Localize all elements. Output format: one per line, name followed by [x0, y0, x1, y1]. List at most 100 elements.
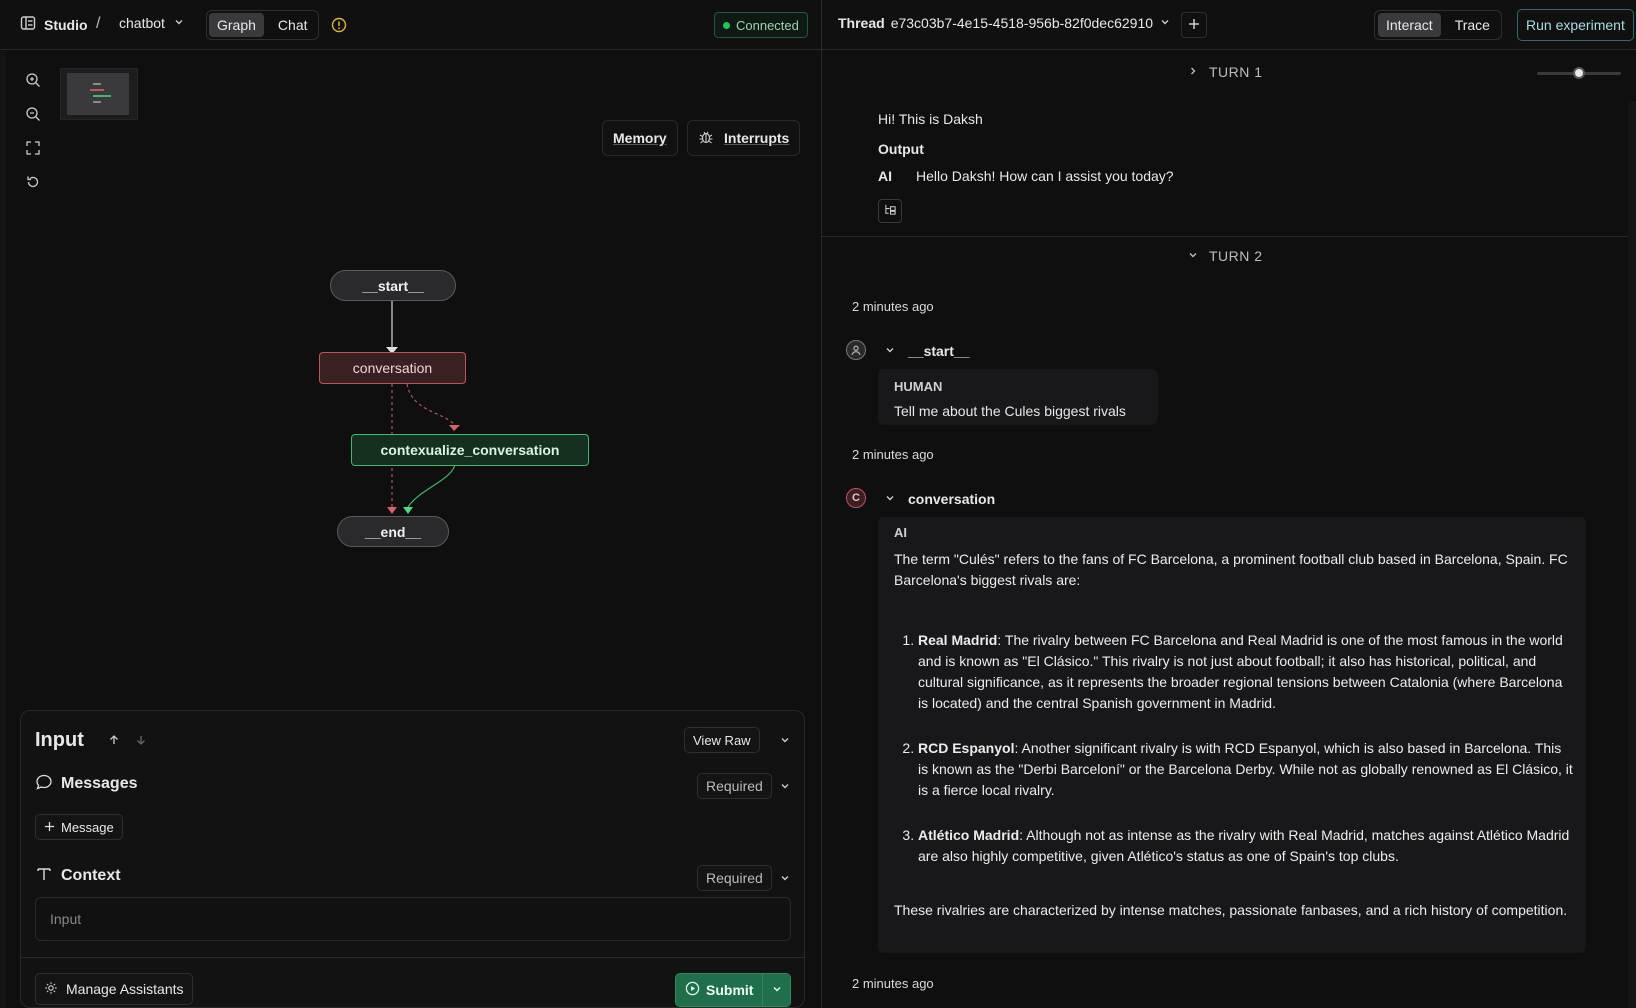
add-message-label: Message — [61, 819, 114, 835]
top-bar: Studio / chatbot Graph Chat Connected Th… — [0, 0, 1636, 50]
manage-assistants-button[interactable]: Manage Assistants — [35, 973, 193, 1005]
tab-graph[interactable]: Graph — [209, 13, 264, 37]
arrow-down-icon[interactable] — [128, 727, 154, 753]
input-title: Input — [35, 729, 84, 751]
edge-conversation-contextualize — [406, 383, 455, 425]
rival-text: : Another significant rivalry is with RC… — [918, 740, 1573, 798]
chevron-down-icon — [173, 15, 185, 31]
rival-text: : The rivalry between FC Barcelona and R… — [918, 632, 1563, 711]
context-label: Context — [61, 866, 121, 884]
tab-chat[interactable]: Chat — [270, 13, 316, 37]
ai-outro-text: These rivalries are characterized by int… — [894, 902, 1568, 918]
project-selector[interactable]: chatbot — [119, 15, 185, 31]
view-tabs: Graph Chat — [206, 10, 319, 40]
chevron-down-icon — [884, 491, 896, 507]
thread-panel: TURN 1 Hi! This is Daksh Output AI Hello… — [822, 51, 1636, 1008]
list-item: Atlético Madrid: Although not as intense… — [918, 825, 1574, 867]
rival-name: Atlético Madrid — [918, 827, 1020, 843]
scrollbar[interactable] — [1628, 101, 1636, 1008]
turn-1-output-label: Output — [878, 141, 924, 157]
gear-icon — [44, 981, 58, 998]
branch-icon — [884, 203, 897, 219]
submit-button[interactable]: Submit — [676, 974, 762, 1006]
context-input[interactable]: Input — [35, 897, 791, 941]
messages-required-badge: Required — [697, 773, 772, 799]
project-name: chatbot — [119, 15, 165, 31]
divider — [822, 236, 1636, 237]
timestamp: 2 minutes ago — [852, 976, 934, 991]
studio-home-link[interactable]: Studio — [20, 15, 88, 34]
arrowhead-icon — [449, 425, 460, 431]
turn-1-ai-text: Hello Daksh! How can I assist you today? — [916, 168, 1174, 184]
human-message-text: Tell me about the Cules biggest rivals — [894, 403, 1126, 419]
new-thread-button[interactable] — [1181, 12, 1207, 38]
info-icon[interactable] — [326, 12, 352, 38]
thread-id: e73c03b7-4e15-4518-956b-82f0dec62910 — [890, 15, 1154, 31]
studio-icon — [20, 15, 36, 34]
input-card: Input View Raw Messages Required Message… — [20, 710, 805, 1008]
list-item: RCD Espanyol: Another significant rivalr… — [918, 738, 1574, 801]
start-node-header[interactable]: __start__ — [884, 343, 970, 359]
submit-label: Submit — [706, 982, 754, 998]
view-raw-button[interactable]: View Raw — [684, 727, 760, 753]
text-type-icon — [35, 865, 53, 886]
mode-tabs: Interact Trace — [1374, 10, 1502, 40]
chevron-down-icon — [1187, 248, 1199, 264]
chevron-right-icon — [1187, 64, 1199, 80]
tab-interact[interactable]: Interact — [1378, 13, 1441, 37]
play-circle-icon — [685, 981, 700, 999]
turn-1-header[interactable]: TURN 1 — [1187, 64, 1263, 80]
submit-button-group: Submit — [675, 973, 791, 1007]
turn-1-label: TURN 1 — [1209, 64, 1263, 80]
manage-assistants-label: Manage Assistants — [66, 981, 184, 997]
connection-status-badge: Connected — [714, 12, 808, 38]
conversation-node-header[interactable]: conversation — [884, 491, 995, 507]
message-bubble-icon — [35, 773, 53, 794]
submit-options-button[interactable] — [763, 974, 790, 1006]
timestamp: 2 minutes ago — [852, 299, 934, 314]
rivals-list: Real Madrid: The rivalry between FC Barc… — [894, 630, 1574, 867]
node-start[interactable]: __start__ — [330, 270, 456, 301]
node-conversation[interactable]: conversation — [319, 352, 466, 384]
node-end[interactable]: __end__ — [337, 516, 449, 547]
arrowhead-icon — [387, 507, 397, 514]
chevron-down-icon[interactable] — [772, 727, 798, 753]
arrow-up-icon[interactable] — [101, 727, 127, 753]
studio-label: Studio — [44, 16, 88, 33]
fork-button[interactable] — [878, 199, 902, 223]
divider — [21, 957, 804, 958]
run-experiment-button[interactable]: Run experiment — [1517, 9, 1634, 41]
list-item: Real Madrid: The rivalry between FC Barc… — [918, 630, 1574, 714]
breadcrumb-separator: / — [96, 15, 101, 32]
messages-field-header: Messages — [35, 773, 138, 794]
rival-name: Real Madrid — [918, 632, 998, 648]
edge-contextualize-end — [407, 464, 456, 508]
turn-1-human-text: Hi! This is Daksh — [878, 111, 983, 127]
plus-icon — [44, 820, 55, 835]
turn-2-header[interactable]: TURN 2 — [1187, 248, 1263, 264]
slider-handle[interactable] — [1573, 67, 1585, 79]
thread-selector[interactable]: Thread e73c03b7-4e15-4518-956b-82f0dec62… — [838, 15, 1171, 31]
node-contextualize-conversation[interactable]: contexualize_conversation — [351, 434, 589, 466]
status-dot-icon — [723, 21, 730, 29]
turn-2-label: TURN 2 — [1209, 248, 1263, 264]
thread-label: Thread — [838, 15, 885, 31]
chevron-down-icon — [884, 343, 896, 359]
ai-message-content: The term "Culés" refers to the fans of F… — [894, 549, 1574, 921]
chevron-down-icon — [1159, 15, 1171, 31]
plus-icon — [1188, 17, 1200, 33]
tab-trace[interactable]: Trace — [1447, 13, 1498, 37]
zoom-slider[interactable] — [1537, 67, 1621, 79]
add-message-button[interactable]: Message — [35, 814, 123, 840]
arrowhead-icon — [403, 507, 413, 514]
human-message: HUMAN Tell me about the Cules biggest ri… — [878, 369, 1158, 425]
chevron-down-icon[interactable] — [772, 773, 798, 799]
turn-1-ai-label: AI — [878, 168, 892, 184]
timestamp: 2 minutes ago — [852, 447, 934, 462]
user-avatar-icon — [846, 340, 866, 360]
ai-role-label: AI — [894, 525, 907, 540]
chevron-down-icon[interactable] — [772, 865, 798, 891]
conversation-node-label: conversation — [908, 491, 996, 507]
conversation-node-badge: C — [846, 488, 866, 508]
rival-name: RCD Espanyol — [918, 740, 1015, 756]
